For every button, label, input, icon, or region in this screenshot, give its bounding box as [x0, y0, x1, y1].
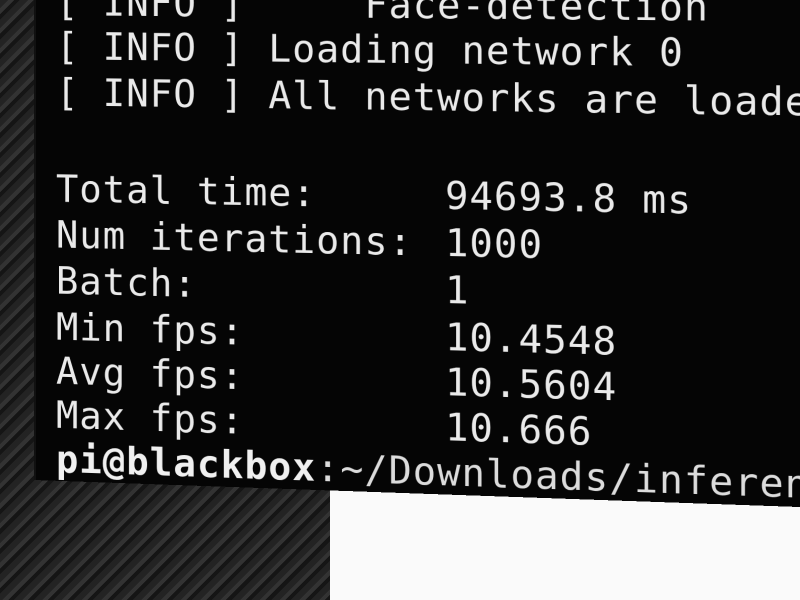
- stat-value-max-fps: 10.666: [445, 405, 593, 455]
- prompt-user-host: pi@blackbox: [55, 437, 317, 490]
- stat-label-max-fps: Max fps:: [55, 393, 245, 443]
- stat-label-avg-fps: Avg fps:: [55, 349, 245, 399]
- log-line-face-detection: [ INFO ] Face-detection: [55, 0, 710, 30]
- stat-value-total-time: 94693.8 ms: [445, 174, 693, 223]
- stat-value-min-fps: 10.4548: [445, 315, 618, 365]
- stat-label-num-iterations: Num iterations:: [55, 213, 413, 265]
- stat-value-num-iterations: 1000: [445, 221, 544, 268]
- log-line-loading-network: [ INFO ] Loading network 0: [55, 25, 685, 76]
- stat-label-batch: Batch:: [55, 259, 197, 307]
- stat-value-avg-fps: 10.5604: [445, 360, 618, 410]
- terminal-window[interactable]: [ INFO ] Face-detection [ INFO ] Loading…: [34, 0, 800, 510]
- log-line-networks-loaded: [ INFO ] All networks are loade: [55, 71, 800, 125]
- stat-label-total-time: Total time:: [55, 167, 317, 216]
- stat-value-batch: 1: [445, 268, 470, 313]
- stat-label-min-fps: Min fps:: [55, 305, 245, 354]
